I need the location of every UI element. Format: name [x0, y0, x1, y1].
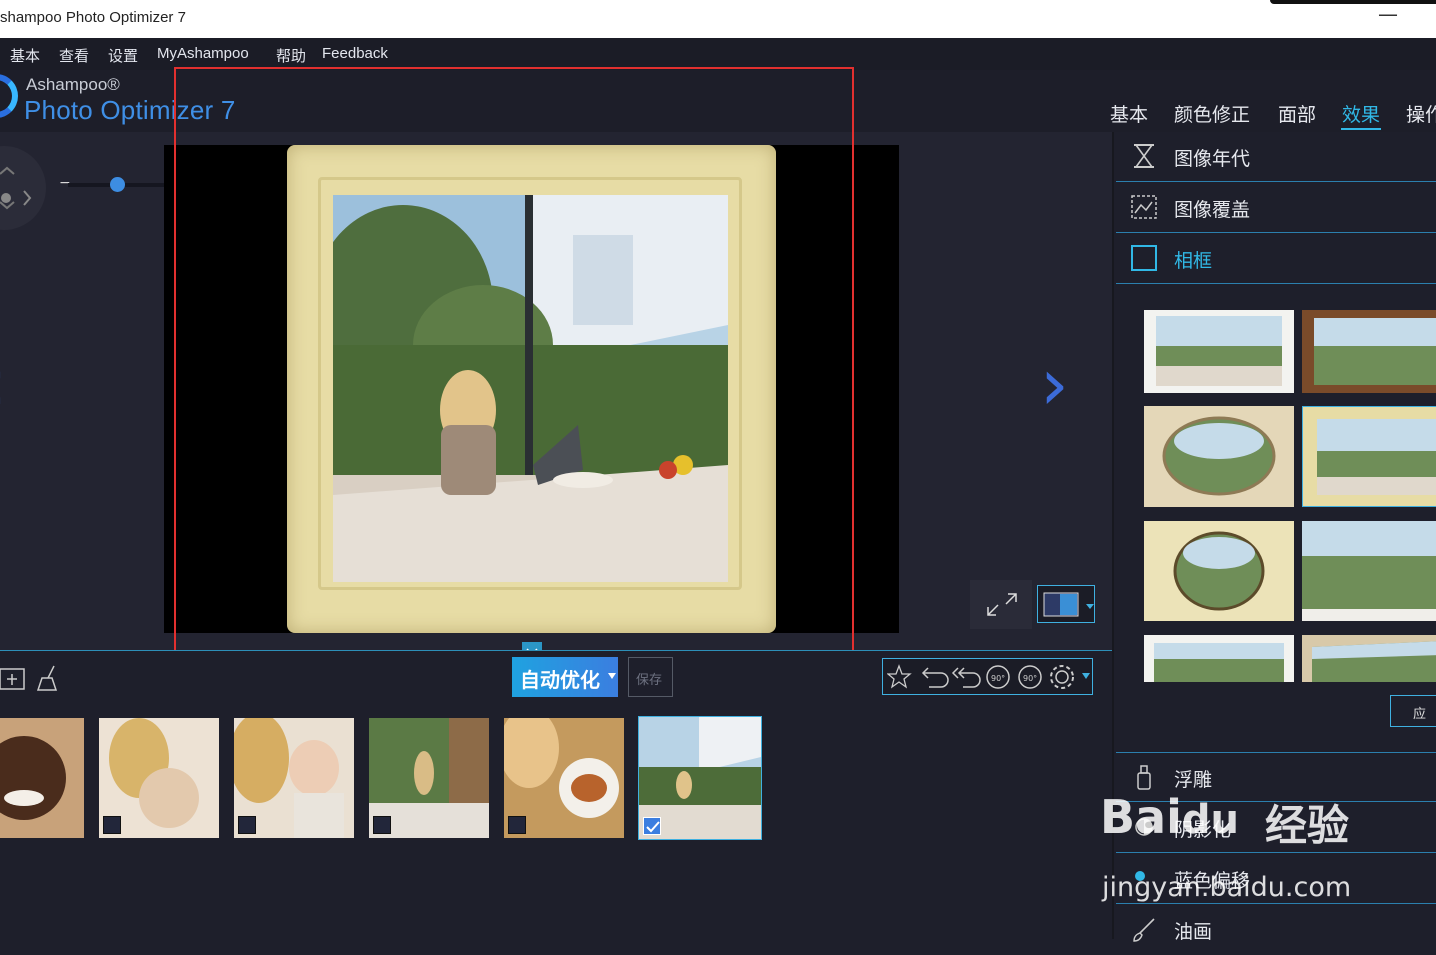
thumbnail-mother-baby-1[interactable]	[99, 718, 219, 838]
select-checkbox-checked[interactable]	[643, 817, 661, 835]
settings-icon[interactable]	[1047, 662, 1077, 692]
logo-brand: Ashampoo®	[26, 75, 120, 94]
frame-preview-image	[1317, 419, 1436, 495]
watermark-url: jingyan.baidu.com	[1102, 872, 1352, 903]
window-title: shampoo Photo Optimizer 7	[0, 9, 186, 26]
hourglass-icon	[1134, 144, 1154, 168]
select-checkbox[interactable]	[373, 816, 391, 834]
auto-optimize-button[interactable]: 自动优化	[512, 657, 618, 697]
menu-bar: 基本 查看 设置 MyAshampoo 帮助 Feedback	[0, 38, 1436, 70]
checkmark-icon	[646, 821, 660, 833]
select-checkbox[interactable]	[103, 816, 121, 834]
frame-option-canvas-selected[interactable]	[1302, 406, 1436, 507]
frame-preview-image	[1173, 531, 1265, 611]
annotation-highlight	[174, 67, 854, 671]
frame-option-perspective-2[interactable]	[1302, 635, 1436, 682]
section-image-age[interactable]: 图像年代	[1116, 132, 1436, 182]
frame-icon	[1131, 245, 1157, 271]
frame-option-white-wave[interactable]	[1144, 310, 1294, 393]
active-tab-indicator	[1341, 128, 1381, 130]
expand-icon	[987, 593, 1017, 616]
frame-preview-image	[1312, 641, 1436, 682]
ashampoo-logo-icon	[0, 74, 18, 118]
save-label: 保存	[636, 673, 663, 688]
thumbnail-kitchen-family[interactable]	[369, 718, 489, 838]
next-image-button[interactable]: ›	[1040, 342, 1069, 426]
frame-preview-image	[1162, 416, 1276, 496]
magic-stars-icon[interactable]	[887, 663, 917, 691]
zoom-slider-knob[interactable]	[110, 177, 125, 192]
undo-all-icon[interactable]	[949, 663, 981, 691]
thumbnail-boy-portrait[interactable]	[0, 718, 84, 838]
svg-text:90°: 90°	[1023, 674, 1037, 683]
section-label: 浮雕	[1174, 769, 1213, 791]
edit-tools-group: 90° 90°	[882, 658, 1093, 695]
frame-option-torn-edge[interactable]	[1302, 521, 1436, 621]
frame-option-wooden[interactable]	[1302, 310, 1436, 393]
thumbnail-image	[0, 718, 84, 838]
save-button[interactable]: 保存	[628, 657, 673, 697]
frame-option-oval-ornate[interactable]	[1144, 406, 1294, 507]
watermark-brand: Bai	[1100, 790, 1182, 844]
section-image-overlay[interactable]: 图像覆盖	[1116, 183, 1436, 233]
dropdown-arrow-icon[interactable]	[1082, 673, 1090, 679]
fullscreen-button[interactable]	[970, 580, 1032, 629]
select-checkbox[interactable]	[238, 816, 256, 834]
title-bar: shampoo Photo Optimizer 7 —	[0, 0, 1436, 38]
menu-myashampoo[interactable]: MyAshampoo	[157, 45, 249, 62]
menu-view[interactable]: 查看	[59, 45, 89, 66]
frame-option-oval-gold[interactable]	[1144, 521, 1294, 621]
dropdown-arrow-icon	[608, 673, 616, 679]
apply-label: 应	[1413, 707, 1427, 722]
apply-button[interactable]: 应	[1390, 695, 1436, 727]
tab-operations[interactable]: 操作	[1406, 100, 1436, 127]
menu-settings[interactable]: 设置	[108, 45, 138, 66]
watermark-paw: du	[1181, 797, 1239, 843]
split-view-icon	[1043, 592, 1094, 617]
watermark-product: 经验	[1265, 801, 1350, 850]
minimize-button[interactable]: —	[1376, 2, 1400, 32]
section-label: 图像覆盖	[1174, 199, 1251, 221]
undo-icon[interactable]	[917, 663, 949, 691]
pan-arrows-icon	[0, 166, 32, 210]
section-label: 油画	[1174, 921, 1213, 943]
menu-basic[interactable]: 基本	[10, 45, 40, 66]
tab-effects[interactable]: 效果	[1342, 100, 1380, 127]
menu-feedback[interactable]: Feedback	[322, 45, 388, 62]
frame-option-perspective-1[interactable]	[1144, 635, 1294, 682]
tab-basic[interactable]: 基本	[1110, 100, 1148, 127]
thumbnail-woman-laptop[interactable]	[638, 716, 762, 840]
emboss-icon	[1137, 765, 1151, 790]
frame-preview-image	[1302, 521, 1436, 609]
thumbnail-mother-baby-2[interactable]	[234, 718, 354, 838]
pan-navigator[interactable]	[0, 146, 46, 230]
section-frames[interactable]: 相框	[1116, 234, 1436, 284]
auto-optimize-label: 自动优化	[520, 668, 600, 692]
rotate-right-90-icon[interactable]: 90°	[1015, 662, 1045, 692]
clean-brush-icon[interactable]	[34, 663, 64, 693]
overlay-icon	[1131, 195, 1157, 219]
title-bar-shadow	[1270, 0, 1436, 4]
rotate-left-90-icon[interactable]: 90°	[983, 662, 1013, 692]
select-checkbox[interactable]	[508, 816, 526, 834]
previous-image-button[interactable]: ‹	[0, 342, 7, 426]
section-label: 相框	[1174, 250, 1213, 272]
frame-preview-image	[1154, 643, 1284, 682]
tab-face[interactable]: 面部	[1278, 100, 1316, 127]
section-label: 图像年代	[1174, 148, 1251, 170]
frame-preview-image	[1156, 316, 1282, 386]
compare-view-button[interactable]	[1037, 585, 1095, 623]
thumbnail-breakfast-table[interactable]	[504, 718, 624, 838]
frame-preview-image	[1314, 318, 1436, 385]
filmstrip	[0, 706, 1112, 939]
add-folder-icon[interactable]	[0, 663, 28, 693]
svg-text:90°: 90°	[991, 674, 1005, 683]
section-oil-painting[interactable]: 油画	[1116, 905, 1436, 955]
menu-help[interactable]: 帮助	[276, 45, 306, 66]
tab-color-correction[interactable]: 颜色修正	[1174, 100, 1250, 127]
